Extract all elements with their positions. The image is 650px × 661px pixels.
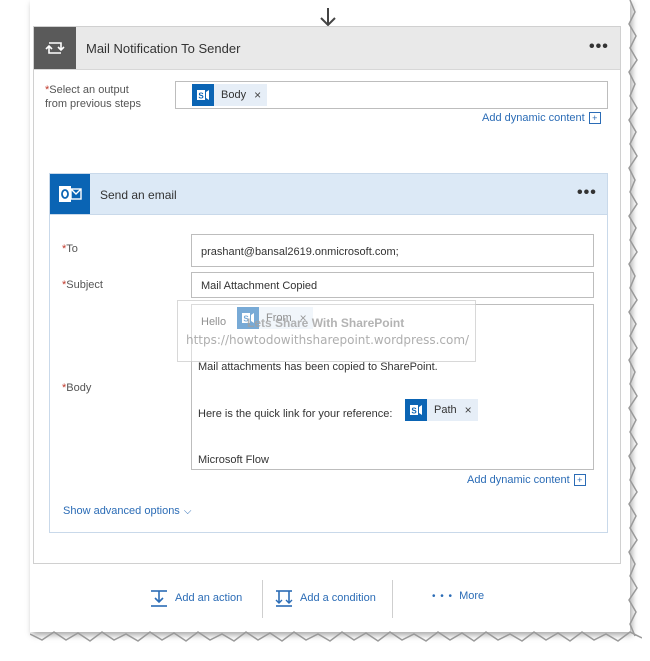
send-email-title: Send an email xyxy=(100,188,177,202)
to-input[interactable]: prashant@bansal2619.onmicrosoft.com; xyxy=(191,234,594,267)
subject-input[interactable]: Mail Attachment Copied xyxy=(191,272,594,298)
add-condition-icon xyxy=(275,590,293,607)
body-signature: Microsoft Flow xyxy=(198,454,269,466)
path-token[interactable]: S Path × xyxy=(405,399,478,421)
email-menu-button[interactable]: ••• xyxy=(577,184,597,202)
subject-label: *Subject xyxy=(62,279,103,291)
more-dots-icon: • • • xyxy=(432,590,454,602)
card-header[interactable]: Mail Notification To Sender ••• xyxy=(34,27,620,70)
sharepoint-icon: S xyxy=(405,399,427,421)
remove-token-icon[interactable]: × xyxy=(465,403,478,417)
action-separator xyxy=(392,580,393,618)
add-action-button[interactable]: Add an action xyxy=(149,588,242,608)
svg-text:S: S xyxy=(198,92,204,101)
plus-box-icon: + xyxy=(573,474,586,486)
send-email-header[interactable]: Send an email ••• xyxy=(50,174,607,215)
more-button[interactable]: • • • More xyxy=(432,590,484,602)
loop-icon xyxy=(34,27,76,69)
add-dynamic-content-link-1[interactable]: Add dynamic content + xyxy=(482,112,601,124)
show-advanced-options-link[interactable]: Show advanced options ⌵ xyxy=(63,505,191,517)
select-output-input[interactable]: S Body × xyxy=(175,81,608,109)
add-action-icon xyxy=(151,590,167,607)
body-label: *Body xyxy=(62,382,92,394)
arrow-down-icon xyxy=(320,8,336,27)
select-output-label: *Select an output from previous steps xyxy=(45,84,141,110)
action-separator xyxy=(262,580,263,618)
svg-text:S: S xyxy=(411,407,417,416)
remove-token-icon[interactable]: × xyxy=(254,88,267,102)
watermark-title: Lets Share With SharePoint xyxy=(247,316,405,330)
sharepoint-icon: S xyxy=(192,84,214,106)
torn-edge-right xyxy=(628,0,638,637)
add-condition-button[interactable]: Add a condition xyxy=(274,588,376,608)
watermark-url: https://howtodowithsharepoint.wordpress.… xyxy=(186,333,470,347)
outlook-icon xyxy=(50,174,90,214)
add-dynamic-content-link-2[interactable]: Add dynamic content + xyxy=(467,474,586,486)
body-token[interactable]: S Body × xyxy=(192,84,268,106)
torn-edge-bottom xyxy=(30,631,642,642)
watermark-box xyxy=(177,300,476,362)
card-menu-button[interactable]: ••• xyxy=(589,38,609,56)
plus-box-icon: + xyxy=(588,112,601,124)
card-title: Mail Notification To Sender xyxy=(86,41,241,56)
body-line-link: Here is the quick link for your referenc… xyxy=(198,408,393,420)
apply-to-each-card: Mail Notification To Sender ••• *Select … xyxy=(33,26,621,564)
body-line-copied: Mail attachments has been copied to Shar… xyxy=(198,361,438,373)
to-label: *To xyxy=(62,243,78,255)
chevron-down-icon: ⌵ xyxy=(183,505,192,517)
